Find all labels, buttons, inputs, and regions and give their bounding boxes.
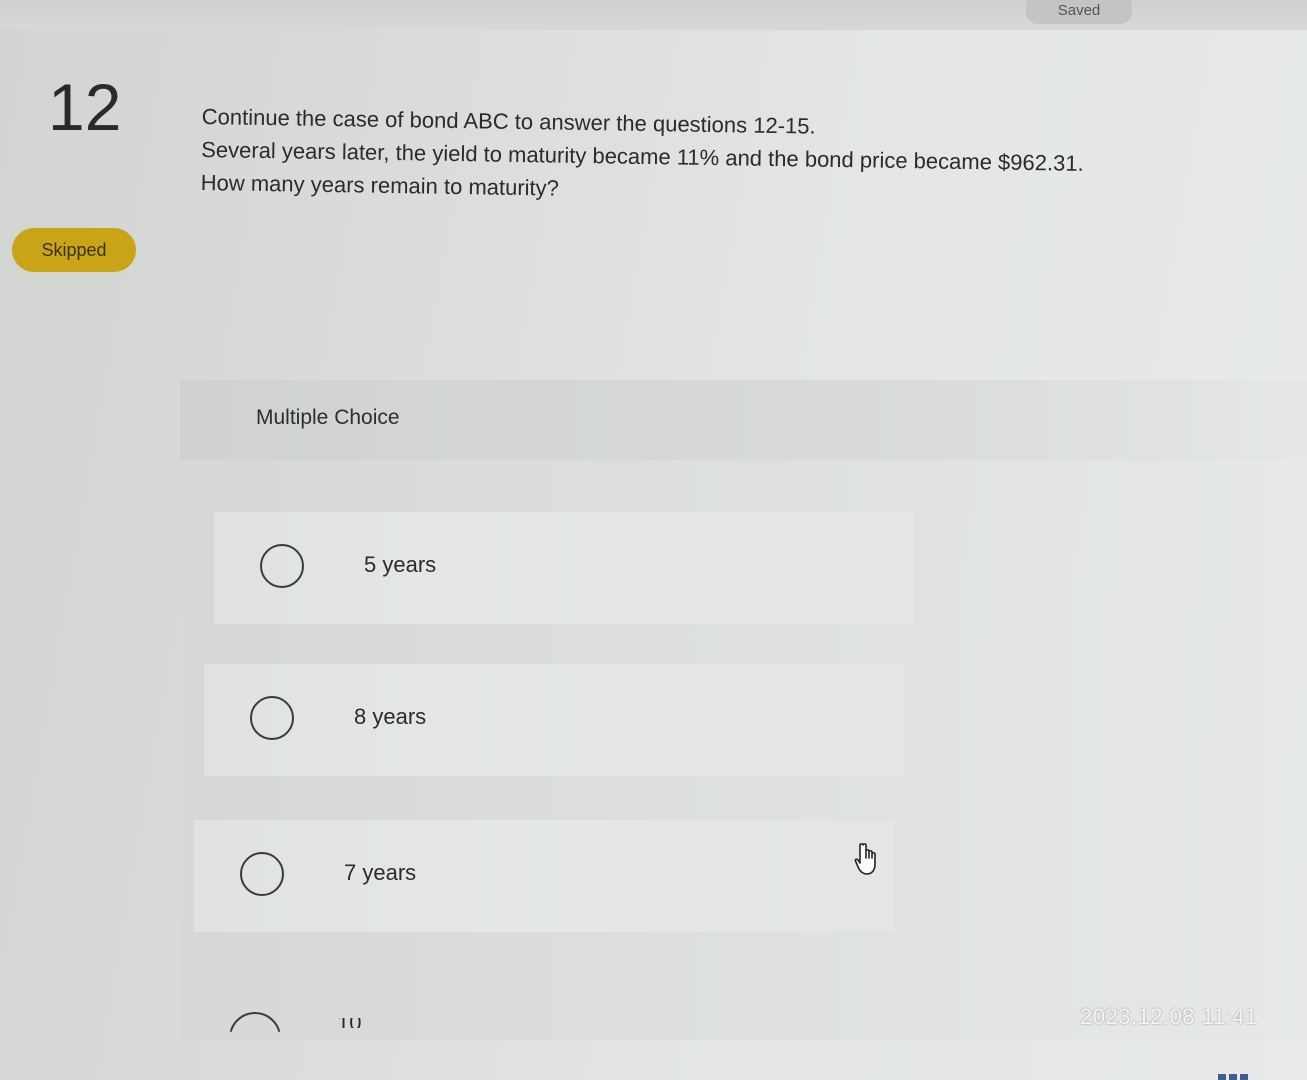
answer-option-label: 8 years <box>354 704 427 729</box>
radio-button[interactable] <box>240 852 284 896</box>
saved-status-badge: Saved <box>1026 0 1132 24</box>
skipped-status-badge: Skipped <box>12 228 136 272</box>
answer-option-label: 5 years <box>364 552 437 577</box>
taskbar-edge <box>1218 1074 1250 1080</box>
answer-option-7-years[interactable]: 7 years <box>194 820 894 932</box>
answer-option-5-years[interactable]: 5 years <box>214 512 914 624</box>
answer-option-8-years[interactable]: 8 years <box>204 664 904 776</box>
multiple-choice-title: Multiple Choice <box>256 406 400 429</box>
answer-option-label: 7 years <box>344 860 417 885</box>
question-number: 12 <box>48 70 122 144</box>
answer-option-label-partially-visible: 10 <box>337 1018 361 1028</box>
multiple-choice-header: Multiple Choice <box>180 380 1307 460</box>
radio-button[interactable] <box>260 544 304 588</box>
hand-pointer-icon <box>854 843 876 875</box>
radio-button[interactable] <box>250 696 294 740</box>
top-bar: Saved <box>0 0 1307 30</box>
photo-timestamp: 2023.12.08 11:41 <box>1080 1004 1258 1029</box>
question-prompt: Continue the case of bond ABC to answer … <box>200 100 1241 215</box>
